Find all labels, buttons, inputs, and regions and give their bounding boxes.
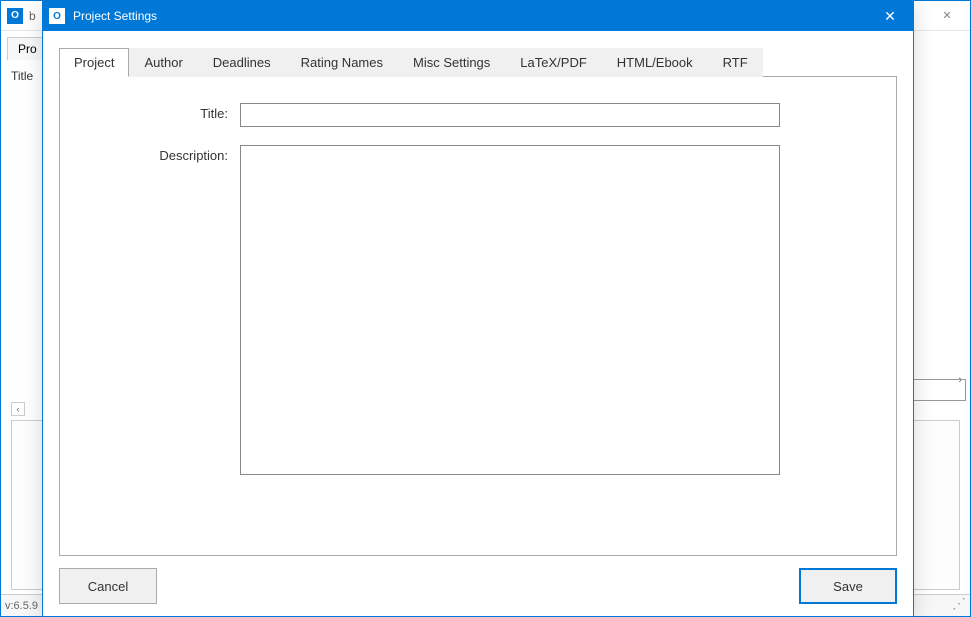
description-label: Description:: [100, 145, 240, 478]
dialog-title: Project Settings: [73, 9, 157, 23]
description-input-wrapper: [240, 145, 780, 478]
project-settings-dialog: O Project Settings ✕ Project Author Dead…: [42, 0, 914, 617]
parent-right-scrollbar[interactable]: ›: [910, 69, 966, 386]
tab-rtf[interactable]: RTF: [708, 48, 763, 77]
tab-container: Project Author Deadlines Rating Names Mi…: [59, 47, 897, 556]
title-label: Title:: [100, 103, 240, 127]
chevron-left-icon: ‹: [11, 402, 25, 416]
app-icon: O: [7, 8, 23, 24]
dialog-titlebar[interactable]: O Project Settings ✕: [43, 1, 913, 31]
save-button[interactable]: Save: [799, 568, 897, 604]
tab-rating-names[interactable]: Rating Names: [286, 48, 398, 77]
close-icon: ✕: [942, 9, 951, 22]
tab-html-ebook[interactable]: HTML/Ebook: [602, 48, 708, 77]
resize-grip-icon[interactable]: ⋰: [952, 598, 966, 612]
tab-latex-pdf[interactable]: LaTeX/PDF: [505, 48, 601, 77]
title-input[interactable]: [240, 103, 780, 127]
parent-side-label: Title: [11, 69, 33, 83]
close-icon: ✕: [884, 8, 896, 25]
tab-project[interactable]: Project: [59, 48, 129, 77]
form-row-description: Description:: [100, 145, 856, 478]
tab-misc-settings[interactable]: Misc Settings: [398, 48, 505, 77]
title-input-wrapper: [240, 103, 780, 127]
description-textarea[interactable]: [240, 145, 780, 475]
dialog-close-button[interactable]: ✕: [867, 1, 913, 31]
parent-close-button[interactable]: ✕: [924, 1, 970, 31]
tab-deadlines[interactable]: Deadlines: [198, 48, 286, 77]
dialog-buttons: Cancel Save: [59, 556, 897, 604]
parent-right-field[interactable]: [910, 379, 966, 401]
status-version: v:6.5.9: [5, 600, 38, 612]
app-icon: O: [49, 8, 65, 24]
form-row-title: Title:: [100, 103, 856, 127]
parent-title-prefix: b: [29, 9, 36, 23]
tab-author[interactable]: Author: [129, 48, 197, 77]
tab-page-project: Title: Description:: [59, 77, 897, 556]
cancel-button[interactable]: Cancel: [59, 568, 157, 604]
tab-strip: Project Author Deadlines Rating Names Mi…: [59, 47, 897, 77]
dialog-body: Project Author Deadlines Rating Names Mi…: [43, 31, 913, 616]
